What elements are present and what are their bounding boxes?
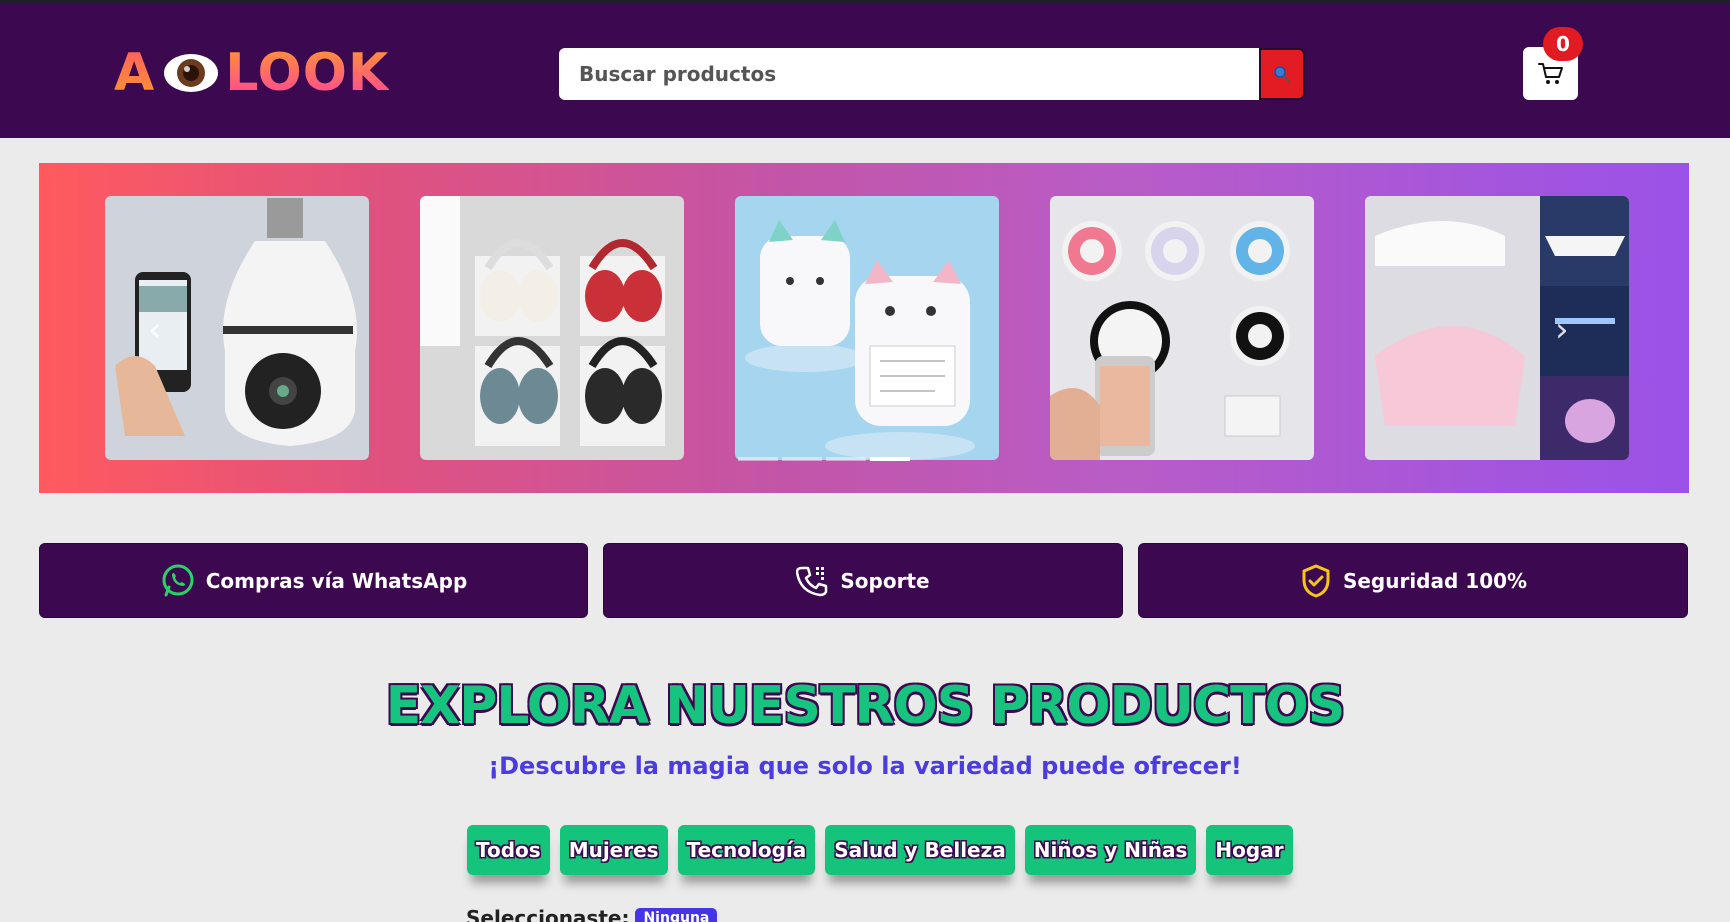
- cart-count-badge: 0: [1543, 27, 1583, 61]
- category-hogar-button[interactable]: Hogar: [1206, 825, 1293, 875]
- carousel-next-arrow[interactable]: ›: [1555, 310, 1569, 350]
- headphones-image: [420, 196, 684, 460]
- selected-category: Seleccionaste: Ninguna: [466, 906, 718, 922]
- site-logo[interactable]: A LOOK: [114, 43, 389, 103]
- category-ninos-ninas-button[interactable]: Niños y Niñas: [1024, 825, 1197, 875]
- feature-security-label: Seguridad 100%: [1342, 568, 1528, 593]
- camera-bulb-image: [105, 196, 369, 460]
- feature-security[interactable]: Seguridad 100%: [1138, 543, 1688, 618]
- category-salud-belleza-button[interactable]: Salud y Belleza: [825, 825, 1015, 875]
- nail-lamp-image: [1365, 196, 1629, 460]
- feature-support[interactable]: Soporte: [603, 543, 1123, 618]
- selected-category-label: Seleccionaste:: [466, 906, 630, 922]
- feature-whatsapp-label: Compras vía WhatsApp: [205, 568, 468, 593]
- feature-support-label: Soporte: [840, 568, 930, 593]
- shopping-cart-icon: [1537, 62, 1563, 84]
- logo-text-right: LOOK: [225, 43, 390, 103]
- section-title: EXPLORA NUESTROS PRODUCTOS: [385, 676, 1346, 736]
- search-bar: [559, 48, 1305, 100]
- carousel-slide-nail-lamp[interactable]: [1365, 196, 1629, 460]
- category-filters: Todos Mujeres Tecnología Salud y Belleza…: [467, 825, 1293, 875]
- carousel-slide-ringlight[interactable]: [1050, 196, 1314, 460]
- category-todos-button[interactable]: Todos: [467, 825, 550, 875]
- product-carousel[interactable]: [39, 163, 1689, 493]
- carousel-slide-headphones[interactable]: [420, 196, 684, 460]
- site-header: A LOOK: [0, 0, 1730, 138]
- carousel-slide-printer[interactable]: [735, 196, 999, 460]
- eye-logo-icon: [164, 54, 219, 92]
- carousel-prev-arrow[interactable]: ‹: [148, 310, 162, 350]
- carousel-dot[interactable]: [826, 457, 866, 461]
- carousel-dot[interactable]: [782, 457, 822, 461]
- ring-light-image: [1050, 196, 1314, 460]
- feature-whatsapp[interactable]: Compras vía WhatsApp: [39, 543, 588, 618]
- search-button[interactable]: [1259, 48, 1305, 100]
- whatsapp-icon: [162, 564, 194, 596]
- search-icon: [1274, 66, 1291, 83]
- cat-printer-image: [735, 196, 999, 460]
- category-tecnologia-button[interactable]: Tecnología: [677, 825, 816, 875]
- search-input[interactable]: [559, 48, 1259, 100]
- selected-category-badge: Ninguna: [635, 908, 718, 922]
- carousel-dot-active[interactable]: [870, 457, 910, 461]
- carousel-indicators: [738, 457, 910, 461]
- carousel-dot[interactable]: [738, 457, 778, 461]
- category-mujeres-button[interactable]: Mujeres: [559, 825, 668, 875]
- carousel-slide-camera[interactable]: [105, 196, 369, 460]
- phone-support-icon: [796, 566, 828, 596]
- shield-check-icon: [1302, 564, 1330, 597]
- section-subtitle: ¡Descubre la magia que solo la variedad …: [488, 752, 1242, 780]
- logo-text-left: A: [114, 43, 156, 103]
